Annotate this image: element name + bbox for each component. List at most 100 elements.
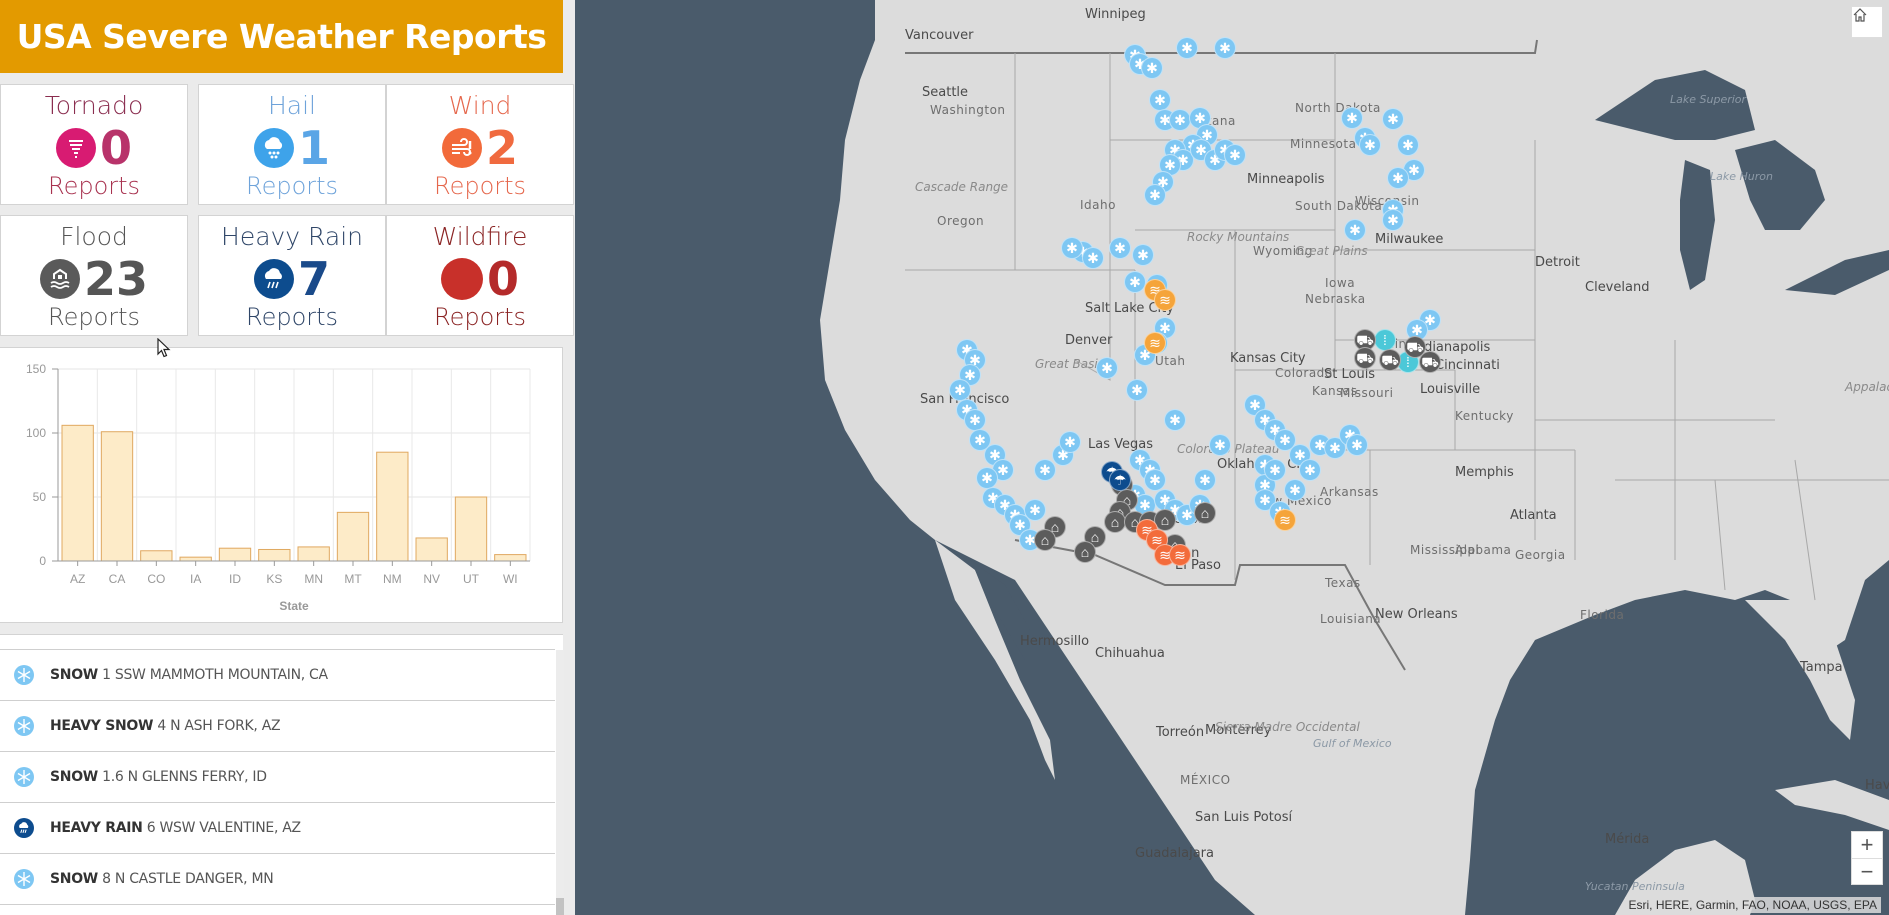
snow-marker[interactable]: ✱: [1059, 431, 1081, 453]
card-wind: Wind 2 Reports: [386, 84, 574, 205]
snow-plow-marker[interactable]: ⛟: [1419, 351, 1441, 373]
map-label-state: MÉXICO: [1180, 773, 1231, 787]
snow-marker[interactable]: ✱: [1082, 247, 1104, 269]
map-label-city: Memphis: [1455, 465, 1514, 480]
snow-marker[interactable]: ✱: [1397, 134, 1419, 156]
wind-icon: [441, 128, 482, 168]
high-wind-marker[interactable]: ≋: [1144, 332, 1166, 354]
map-label-state: Georgia: [1515, 548, 1566, 562]
snow-marker[interactable]: ✱: [1176, 37, 1198, 59]
high-wind-marker[interactable]: ≋: [1274, 509, 1296, 531]
x-tick-label: IA: [190, 572, 201, 586]
snow-marker[interactable]: ✱: [1346, 434, 1368, 456]
home-button[interactable]: [1851, 6, 1883, 38]
snow-marker[interactable]: ✱: [949, 379, 971, 401]
x-tick-label: CA: [109, 572, 126, 586]
snow-marker[interactable]: ✱: [1109, 237, 1131, 259]
app: USA Severe Weather Reports Tornado 0 Rep…: [0, 0, 1889, 915]
x-tick-label: WI: [503, 572, 518, 586]
x-tick-label: MT: [344, 572, 362, 586]
map-label-city: Mérida: [1605, 832, 1650, 847]
snow-marker[interactable]: ✱: [1132, 244, 1154, 266]
snow-marker[interactable]: ✱: [1382, 108, 1404, 130]
snow-marker[interactable]: ✱: [1359, 134, 1381, 156]
flood-icon: [39, 259, 80, 299]
flood-marker[interactable]: ⌂: [1074, 541, 1096, 563]
card-title: Tornado: [44, 91, 144, 120]
snow-marker[interactable]: ✱: [1284, 479, 1306, 501]
zoom-in-button[interactable]: +: [1852, 832, 1882, 858]
map-label-city: Louisville: [1420, 382, 1481, 397]
snow-marker[interactable]: ✱: [1034, 459, 1056, 481]
bar-mt: [336, 511, 370, 562]
page-title: USA Severe Weather Reports: [16, 17, 547, 56]
map-label-water: Lake Superior: [1670, 93, 1747, 106]
snow-plow-marker[interactable]: ⛟: [1354, 347, 1376, 369]
list-item[interactable]: HEAVY SNOW 4 N ASH FORK, AZ: [0, 701, 555, 752]
flood-marker[interactable]: ⌂: [1034, 529, 1056, 551]
bar-ia: [179, 556, 212, 562]
snow-marker[interactable]: ✱: [1341, 107, 1363, 129]
snow-marker[interactable]: ✱: [964, 409, 986, 431]
snow-marker[interactable]: ✱: [1344, 219, 1366, 241]
card-count: 23: [83, 252, 148, 306]
list-item[interactable]: HEAVY RAIN 6 WSW VALENTINE, AZ: [0, 803, 555, 854]
map-label-city: Torreón: [1156, 725, 1205, 740]
snow-marker[interactable]: ✱: [1209, 434, 1231, 456]
zoom-out-button[interactable]: −: [1852, 858, 1882, 884]
card-subtitle: Reports: [433, 172, 527, 200]
snow-marker[interactable]: ✱: [1149, 89, 1171, 111]
map-label-state: Idaho: [1080, 198, 1116, 212]
map-label-state: Minnesota: [1290, 137, 1357, 151]
snow-marker[interactable]: ✱: [1096, 357, 1118, 379]
snow-marker[interactable]: ✱: [1144, 184, 1166, 206]
list-item[interactable]: SNOW 1.6 N GLENNS FERRY, ID: [0, 752, 555, 803]
heavy-rain-marker[interactable]: ☂: [1109, 469, 1131, 491]
snow-marker[interactable]: ✱: [976, 467, 998, 489]
bar-az: [61, 424, 94, 562]
high-wind-marker[interactable]: ≋: [1154, 289, 1176, 311]
x-tick-label: NM: [383, 572, 402, 586]
snow-marker[interactable]: ✱: [1299, 459, 1321, 481]
wind-marker[interactable]: ≋: [1169, 544, 1191, 566]
map-label-state: Alabama: [1455, 543, 1512, 557]
snow-plow-marker[interactable]: ⛟: [1379, 349, 1401, 371]
snow-marker[interactable]: ✱: [1214, 37, 1236, 59]
bar-ca: [100, 431, 134, 562]
snow-marker[interactable]: ✱: [1164, 409, 1186, 431]
snow-marker[interactable]: ✱: [1224, 144, 1246, 166]
map-view[interactable]: Vancouver Seattle Winnipeg Minneapolis Milwa…: [575, 0, 1889, 915]
snow-marker[interactable]: ✱: [1264, 459, 1286, 481]
card-hail: Hail 1 Reports: [198, 84, 386, 205]
map-label-city: San Luis Potosí: [1195, 810, 1293, 825]
snow-marker[interactable]: ✱: [1024, 499, 1046, 521]
snow-marker[interactable]: ✱: [1382, 209, 1404, 231]
card-subtitle: Reports: [47, 172, 141, 200]
card-title: Heavy Rain: [221, 222, 363, 251]
card-count: 2: [485, 121, 518, 175]
snow-marker[interactable]: ✱: [1387, 167, 1409, 189]
snow-marker[interactable]: ✱: [1124, 271, 1146, 293]
card-subtitle: Reports: [245, 303, 339, 331]
snow-marker[interactable]: ✱: [1126, 379, 1148, 401]
list-scrollbar[interactable]: [556, 650, 564, 915]
snow-marker[interactable]: ✱: [1144, 469, 1166, 491]
list-item[interactable]: SNOW 1 SSW MAMMOTH MOUNTAIN, CA: [0, 650, 555, 701]
snow-marker[interactable]: ✱: [1169, 109, 1191, 131]
list-item-text: SNOW 1 SSW MAMMOTH MOUNTAIN, CA: [50, 667, 328, 683]
ice-marker[interactable]: ⁞: [1374, 329, 1396, 351]
scrollbar-thumb[interactable]: [556, 898, 564, 915]
heavy-rain-icon: [14, 818, 34, 838]
snow-marker[interactable]: ✱: [1141, 57, 1163, 79]
map-label-region: Cascade Range: [915, 180, 1009, 194]
x-tick-label: NV: [423, 572, 440, 586]
map-label-state: Louisiana: [1320, 612, 1382, 626]
flood-marker[interactable]: ⌂: [1194, 502, 1216, 524]
report-location: 1.6 N GLENNS FERRY, ID: [102, 769, 267, 785]
snow-marker[interactable]: ✱: [1194, 469, 1216, 491]
card-count: 7: [297, 252, 330, 306]
flood-marker[interactable]: ⌂: [1104, 511, 1126, 533]
map-label-region: Sierra Madre Occidental: [1215, 720, 1360, 734]
snow-marker[interactable]: ✱: [1061, 237, 1083, 259]
list-item[interactable]: SNOW 8 N CASTLE DANGER, MN: [0, 854, 555, 905]
